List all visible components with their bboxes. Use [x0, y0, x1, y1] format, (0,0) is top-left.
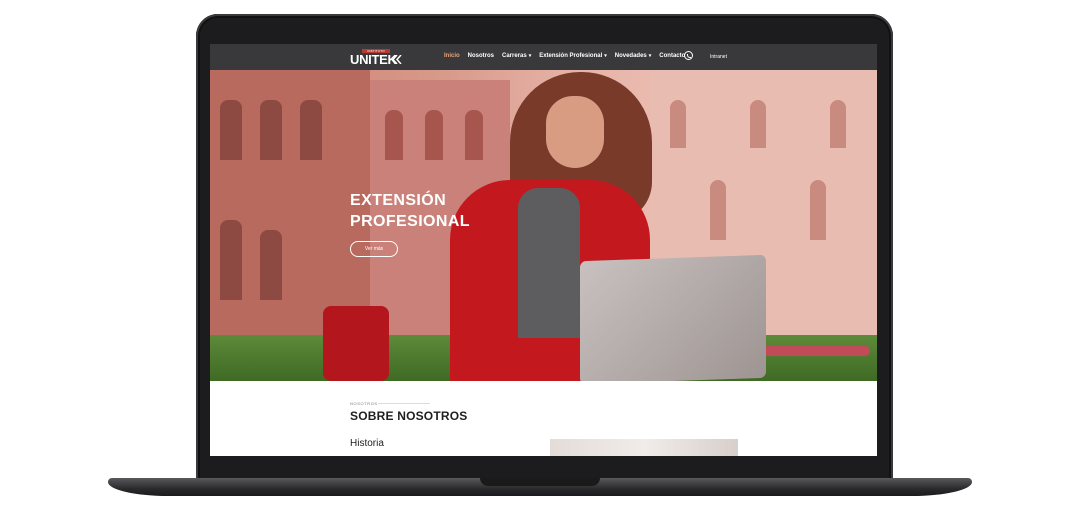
building-window: [300, 100, 322, 160]
nav-item-inicio[interactable]: Inicio: [444, 52, 460, 60]
whatsapp-icon[interactable]: [684, 51, 693, 60]
hero-title: EXTENSIÓN PROFESIONAL: [350, 190, 510, 232]
logo-text: UNITEK: [350, 52, 397, 67]
about-image: [550, 439, 738, 456]
building-window: [710, 180, 726, 240]
chevron-down-icon: ▾: [648, 53, 652, 59]
photo-laptop: [580, 254, 766, 381]
building-window: [385, 110, 403, 160]
section-eyebrow: NOSOTROS: [350, 401, 378, 406]
intranet-link[interactable]: Intranet: [710, 54, 727, 60]
laptop-notch: [480, 478, 600, 486]
eyebrow-divider: [378, 403, 430, 404]
building-window: [425, 110, 443, 160]
grey-shirt: [518, 188, 580, 338]
building-window: [750, 100, 766, 148]
hero-title-line-1: EXTENSIÓN: [350, 192, 447, 209]
nav-item-nosotros[interactable]: Nosotros: [468, 52, 494, 60]
building-window: [260, 100, 282, 160]
building-window: [220, 220, 242, 300]
nav-item-extension-profesional[interactable]: Extensión Profesional ▾: [539, 52, 607, 60]
building-window: [260, 230, 282, 300]
nav-item-novedades[interactable]: Novedades ▾: [615, 52, 652, 60]
woman-face: [546, 96, 604, 168]
building-window: [670, 100, 686, 148]
red-bag: [323, 306, 389, 381]
about-section: NOSOTROS SOBRE NOSOTROS Historia: [210, 381, 877, 456]
history-heading: Historia: [350, 438, 384, 449]
chevron-down-icon: ▾: [604, 53, 607, 59]
building-window: [220, 100, 242, 160]
site-logo[interactable]: INSTITUTO UNITEK: [350, 49, 404, 67]
top-navigation: INSTITUTO UNITEK Inicio Nosotros Carrera…: [210, 44, 877, 70]
hero-more-button[interactable]: Ver más: [350, 241, 398, 257]
flower-bed: [750, 346, 870, 356]
main-menu: Inicio Nosotros Carreras ▾ Extensión Prof…: [444, 52, 685, 60]
building-window: [810, 180, 826, 240]
laptop-screen: INSTITUTO UNITEK Inicio Nosotros Carrera…: [210, 44, 877, 456]
section-title: SOBRE NOSOTROS: [350, 409, 468, 423]
building-window: [465, 110, 483, 160]
chevron-down-icon: ▾: [528, 53, 532, 59]
nav-item-carreras[interactable]: Carreras ▾: [502, 52, 531, 60]
logo-chevrons-icon: [391, 55, 402, 64]
hero-title-line-2: PROFESIONAL: [350, 213, 470, 230]
nav-item-contacto[interactable]: Contacto: [659, 52, 685, 60]
building-window: [830, 100, 846, 148]
hero-banner: EXTENSIÓN PROFESIONAL Ver más: [210, 70, 877, 381]
